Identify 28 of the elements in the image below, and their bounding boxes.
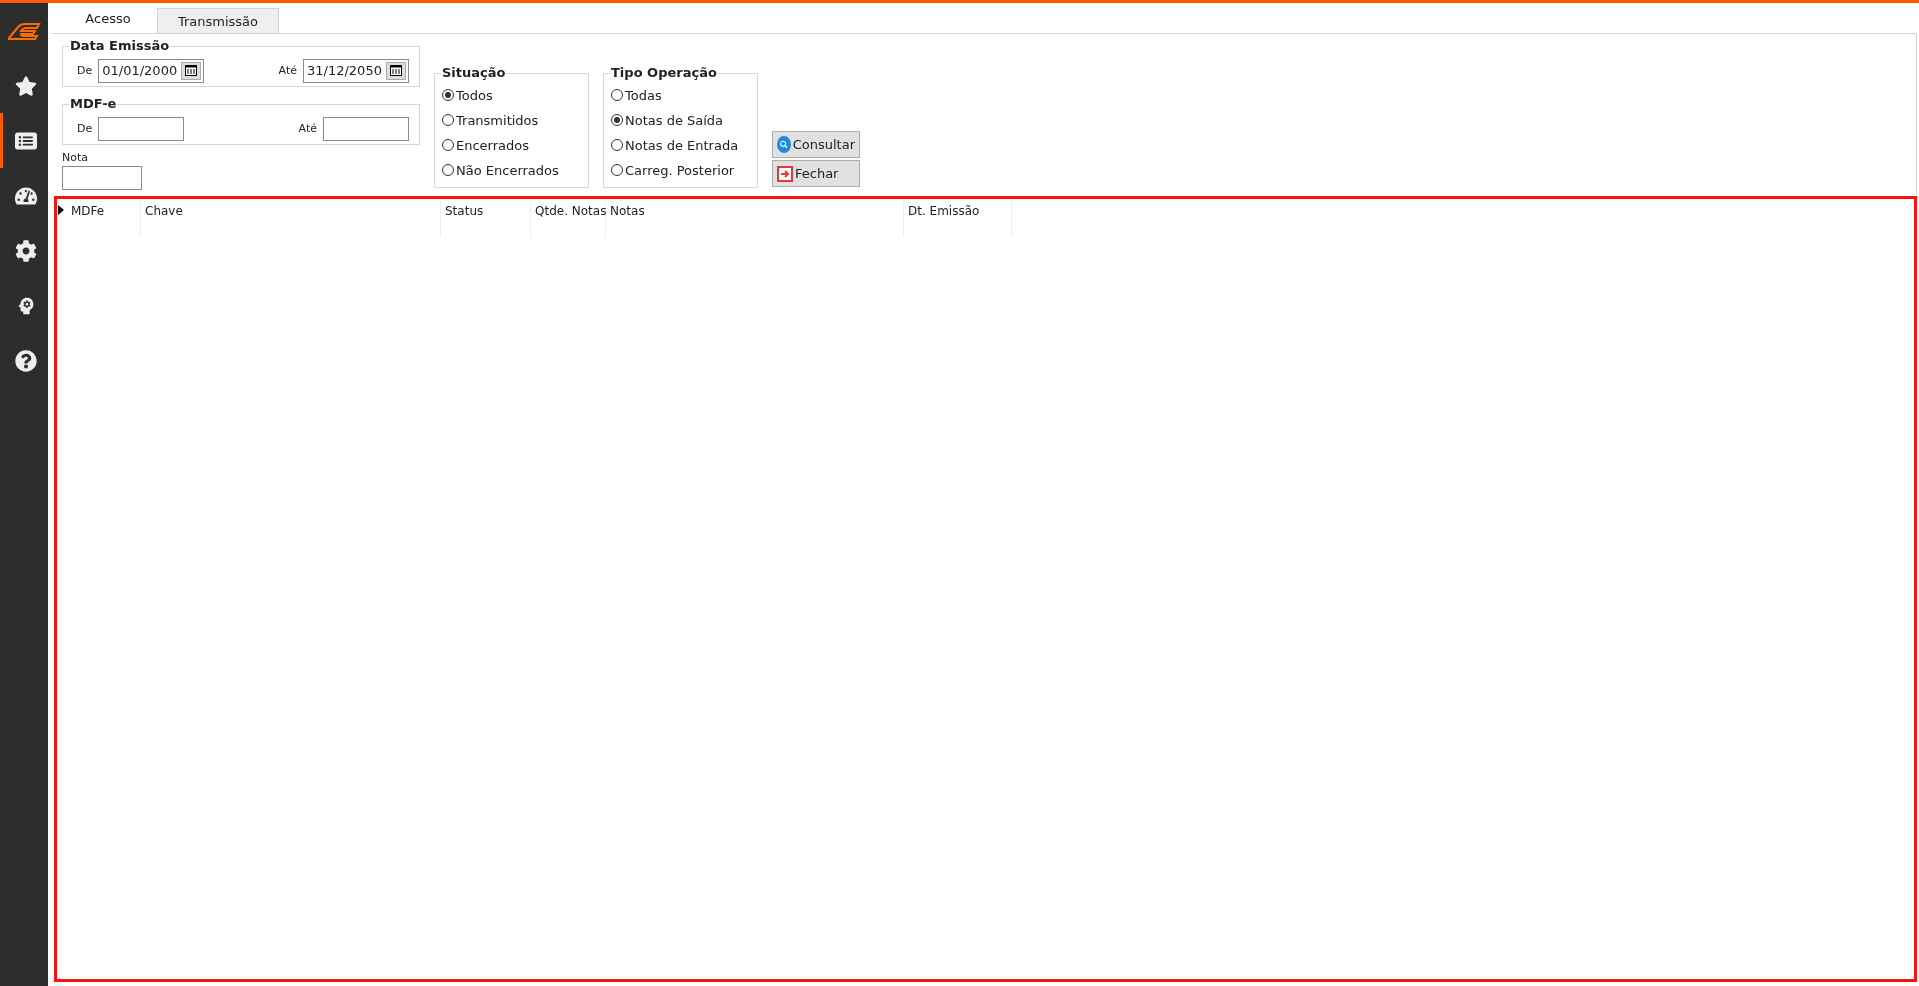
field-label: De [77, 64, 93, 77]
column-header[interactable]: Dt. Emissão [904, 201, 1012, 237]
field-label: Até [278, 64, 297, 77]
column-header[interactable]: MDFe [67, 201, 141, 237]
radio-label: Encerrados [456, 137, 529, 153]
tab[interactable]: Transmissão [157, 8, 279, 33]
column-header[interactable]: Status [441, 201, 531, 237]
column-header[interactable]: Chave [141, 201, 441, 237]
close-button[interactable]: Fechar [772, 160, 860, 187]
search-button[interactable]: Consultar [772, 131, 860, 158]
group-title: MDF-e [69, 96, 118, 111]
field-label: Nota [62, 151, 88, 164]
radio-label: Transmitidos [456, 112, 539, 128]
radio-label: Notas de Saída [625, 112, 724, 128]
column-header[interactable]: Notas [606, 201, 904, 237]
radio-label: Notas de Entrada [625, 137, 739, 153]
group-title: Data Emissão [69, 38, 171, 53]
column-header[interactable]: Qtde. Notas [531, 201, 606, 237]
group-title: Situação [441, 65, 507, 80]
field-label: De [77, 122, 93, 135]
field-label: Até [298, 122, 317, 135]
radio-label: Carreg. Posterior [625, 162, 735, 178]
radio-label: Não Encerrados [456, 162, 559, 178]
radio-label: Todos [456, 87, 493, 103]
group-title: Tipo Operação [610, 65, 718, 80]
radio-label: Todas [625, 87, 662, 103]
date-field[interactable]: 31/12/2050 [303, 58, 409, 83]
date-field[interactable]: 01/01/2000 [98, 58, 205, 83]
